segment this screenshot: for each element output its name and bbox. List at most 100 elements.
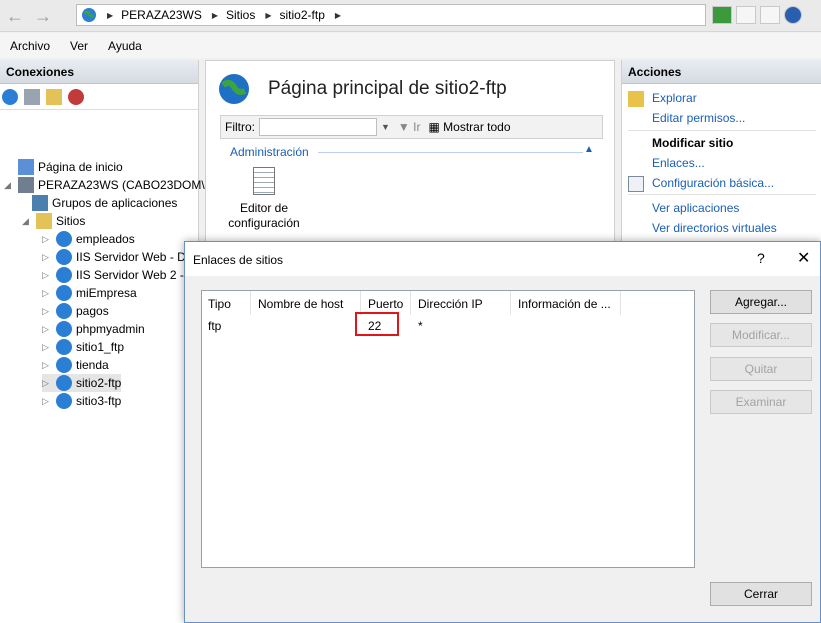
close-icon[interactable]: ✕ xyxy=(797,248,810,268)
tree-node[interactable]: ▷ pagos xyxy=(42,302,109,320)
tree-node[interactable]: ◢ Sitios xyxy=(22,212,85,230)
column-header-tipo[interactable]: Tipo xyxy=(208,297,231,311)
globe-icon xyxy=(56,393,72,409)
disconnect-icon[interactable] xyxy=(68,88,84,105)
filter-toolbar: Filtro: ▼ ▼ Ir ▦ Mostrar todo xyxy=(220,115,603,139)
expander-chevron-icon[interactable]: ▷ xyxy=(42,288,52,299)
menu-ver[interactable]: Ver xyxy=(60,39,98,53)
refresh-icon[interactable] xyxy=(712,6,732,24)
expander-chevron-icon[interactable]: ◢ xyxy=(4,180,14,191)
tree-node[interactable]: ▷ tienda xyxy=(42,356,109,374)
tree-node-label: sitio2-ftp xyxy=(76,376,122,390)
collapse-chevron-icon[interactable]: ▲ xyxy=(584,144,594,155)
breadcrumb-site[interactable]: sitio2-ftp xyxy=(280,8,325,22)
breadcrumb-separator-icon: ▶ xyxy=(107,10,114,20)
tree-node[interactable]: ▷ empleados xyxy=(42,230,135,248)
forward-arrow-icon[interactable]: → xyxy=(32,6,54,26)
tree-node[interactable]: ▷ IIS Servidor Web 2 - Die xyxy=(42,266,205,284)
cell-ip[interactable]: * xyxy=(418,319,423,333)
tree-node[interactable]: ▷ phpmyadmin xyxy=(42,320,145,338)
expander-chevron-icon[interactable]: ▷ xyxy=(42,342,52,353)
help-icon[interactable] xyxy=(784,6,802,24)
feature-configuration-editor[interactable]: Editor de configuración xyxy=(220,167,308,231)
column-header-puerto[interactable]: Puerto xyxy=(368,297,403,311)
action-explorar[interactable]: Explorar xyxy=(652,91,697,105)
tree-node[interactable]: ▷ sitio3-ftp xyxy=(42,392,121,410)
group-divider xyxy=(318,152,583,153)
tree-node[interactable]: ▷ miEmpresa xyxy=(42,284,137,302)
go-button[interactable]: ▼ Ir xyxy=(398,120,421,134)
dialog-titlebar: Enlaces de sitios ? ✕ xyxy=(185,242,820,276)
agregar-button[interactable]: Agregar... xyxy=(710,290,812,314)
tree-node-label: miEmpresa xyxy=(76,286,137,300)
connections-panel: Conexiones Página de inicio ◢ PERAZA23WS (… xyxy=(0,60,205,623)
stop-icon[interactable] xyxy=(736,6,756,24)
action-ver-directorios[interactable]: Ver directorios virtuales xyxy=(652,221,777,235)
app-pools-icon xyxy=(32,195,48,211)
expander-chevron-icon[interactable]: ▷ xyxy=(42,396,52,407)
expander-chevron-icon[interactable]: ▷ xyxy=(42,378,52,389)
breadcrumb-server[interactable]: PERAZA23WS xyxy=(121,8,202,22)
divider xyxy=(628,130,816,131)
help-button[interactable]: ? xyxy=(757,250,765,266)
sites-folder-icon xyxy=(36,213,52,229)
quitar-button[interactable]: Quitar xyxy=(710,357,812,381)
chevron-down-icon[interactable]: ▼ xyxy=(381,122,390,132)
expander-chevron-icon[interactable]: ◢ xyxy=(22,216,32,227)
tree-node-label: IIS Servidor Web - Dieg xyxy=(76,250,202,264)
dialog-title: Enlaces de sitios xyxy=(193,253,284,267)
save-icon[interactable] xyxy=(24,88,40,105)
menu-ayuda[interactable]: Ayuda xyxy=(98,39,152,53)
tree-node-label: Sitios xyxy=(56,214,86,228)
cerrar-button[interactable]: Cerrar xyxy=(710,582,812,606)
action-enlaces[interactable]: Enlaces... xyxy=(652,156,705,170)
globe-icon xyxy=(56,303,72,319)
globe-icon xyxy=(56,357,72,373)
tree-node[interactable]: ◢ PERAZA23WS (CABO23DOM\ xyxy=(4,176,205,194)
action-editar-permisos[interactable]: Editar permisos... xyxy=(652,111,745,125)
cell-tipo[interactable]: ftp xyxy=(208,319,221,333)
examinar-button[interactable]: Examinar xyxy=(710,390,812,414)
modificar-button[interactable]: Modificar... xyxy=(710,323,812,347)
group-header-administracion[interactable]: Administración xyxy=(230,145,309,159)
open-folder-icon[interactable] xyxy=(46,88,62,105)
action-configuracion-basica[interactable]: Configuración básica... xyxy=(652,176,774,190)
expander-chevron-icon[interactable]: ▷ xyxy=(42,324,52,335)
action-ver-aplicaciones[interactable]: Ver aplicaciones xyxy=(652,201,739,215)
bindings-list[interactable]: Tipo Nombre de host Puerto Dirección IP … xyxy=(201,290,695,568)
column-header-info[interactable]: Información de ... xyxy=(518,297,611,311)
address-field[interactable]: ▶ PERAZA23WS ▶ Sitios ▶ sitio2-ftp ▶ xyxy=(76,4,706,26)
tree-node-label: sitio3-ftp xyxy=(76,394,122,408)
tree-node-label: tienda xyxy=(76,358,109,372)
column-header-host[interactable]: Nombre de host xyxy=(258,297,343,311)
menu-archivo[interactable]: Archivo xyxy=(0,39,60,53)
page-title: Página principal de sitio2-ftp xyxy=(268,78,507,99)
tree-node[interactable]: Página de inicio xyxy=(18,158,123,176)
column-separator xyxy=(620,291,621,315)
connections-header: Conexiones xyxy=(0,60,198,84)
filter-input[interactable] xyxy=(259,118,377,136)
show-all-button[interactable]: ▦ Mostrar todo xyxy=(428,120,510,134)
globe-icon xyxy=(56,249,72,265)
tree-node[interactable]: ▷ sitio2-ftp xyxy=(42,374,122,392)
tree-node[interactable]: Grupos de aplicaciones xyxy=(32,194,177,212)
expander-chevron-icon[interactable]: ▷ xyxy=(42,252,52,263)
expander-chevron-icon[interactable]: ▷ xyxy=(42,270,52,281)
globe-icon xyxy=(56,285,72,301)
tree-node[interactable]: ▷ IIS Servidor Web - Dieg xyxy=(42,248,202,266)
back-arrow-icon[interactable]: ← xyxy=(4,6,26,26)
expander-chevron-icon[interactable]: ▷ xyxy=(42,306,52,317)
breadcrumb-sites[interactable]: Sitios xyxy=(226,8,255,22)
expander-chevron-icon[interactable]: ▷ xyxy=(42,360,52,371)
connect-globe-icon[interactable] xyxy=(2,88,18,105)
expander-chevron-icon[interactable]: ▷ xyxy=(42,234,52,245)
tree-node-label: PERAZA23WS (CABO23DOM\ xyxy=(38,178,205,192)
tree-node[interactable]: ▷ sitio1_ftp xyxy=(42,338,124,356)
tree-node-label: phpmyadmin xyxy=(76,322,145,336)
home-icon[interactable] xyxy=(760,6,780,24)
globe-icon xyxy=(56,231,72,247)
column-header-ip[interactable]: Dirección IP xyxy=(418,297,483,311)
configuration-editor-icon xyxy=(253,167,275,195)
explore-folder-icon xyxy=(628,91,644,107)
globe-icon xyxy=(56,267,72,283)
